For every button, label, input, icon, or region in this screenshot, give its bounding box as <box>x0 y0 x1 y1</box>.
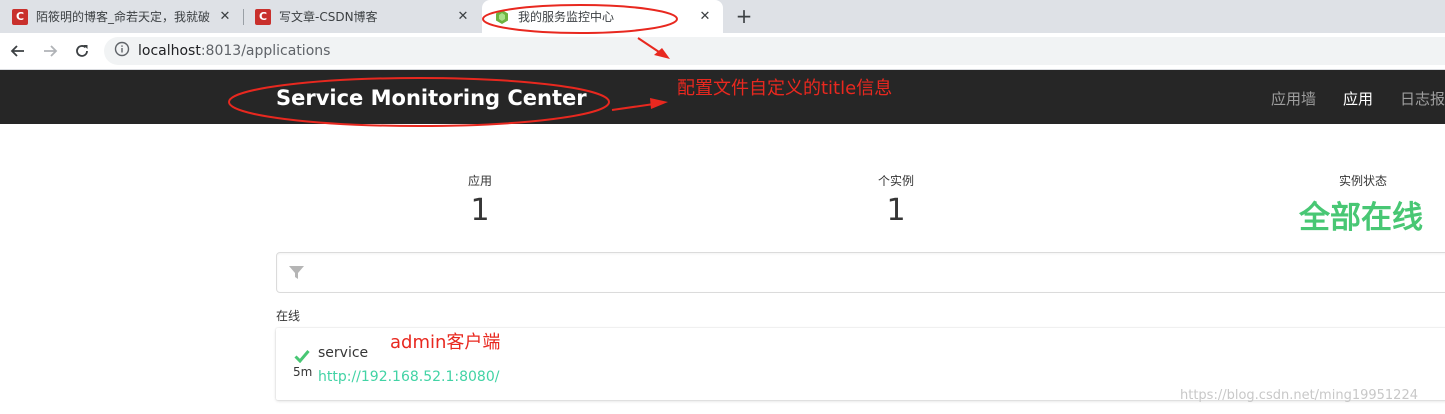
forward-arrow-icon[interactable] <box>40 41 60 61</box>
watermark: https://blog.csdn.net/ming19951224 <box>1180 388 1418 403</box>
tab-title: 写文章-CSDN博客 <box>279 10 378 24</box>
tab-title: 陌筱明的博客_命若天定，我就破 <box>36 10 211 24</box>
brand-title[interactable]: Service Monitoring Center <box>276 86 587 110</box>
new-tab-button[interactable]: + <box>733 4 755 28</box>
browser-tab-write-article[interactable]: C 写文章-CSDN博客 ✕ <box>243 0 481 33</box>
browser-tab-monitoring[interactable]: 我的服务监控中心 ✕ <box>482 0 723 33</box>
nav-item-journal[interactable]: 日志报 <box>1400 88 1445 109</box>
instances-count-label: 个实例 <box>877 174 914 188</box>
tab-title: 我的服务监控中心 <box>518 10 615 24</box>
url-host: localhost <box>138 43 201 59</box>
close-tab-icon[interactable]: ✕ <box>455 9 471 24</box>
nav-item-applications[interactable]: 应用 <box>1343 88 1373 109</box>
instance-status-label: 实例状态 <box>1338 174 1387 188</box>
reload-icon[interactable] <box>72 41 92 61</box>
applications-count: 1 <box>470 193 490 228</box>
csdn-favicon-icon: C <box>255 8 271 25</box>
filter-icon <box>288 264 305 285</box>
browser-tab-strip: C 陌筱明的博客_命若天定，我就破 ✕ C 写文章-CSDN博客 ✕ 我的服务监… <box>0 0 1445 33</box>
filter-input[interactable] <box>276 252 1445 293</box>
application-url-link[interactable]: http://192.168.52.1:8080/ <box>318 369 499 385</box>
csdn-favicon-icon: C <box>12 8 28 25</box>
applications-count-label: 应用 <box>467 174 492 188</box>
close-tab-icon[interactable]: ✕ <box>697 9 713 24</box>
annotation-title-note: 配置文件自定义的title信息 <box>677 78 893 99</box>
nav-item-wallboard[interactable]: 应用墙 <box>1271 88 1316 109</box>
browser-toolbar: localhost:8013/applications <box>0 33 1445 70</box>
close-tab-icon[interactable]: ✕ <box>217 9 233 24</box>
instances-count: 1 <box>886 193 906 228</box>
group-label-online: 在线 <box>276 309 301 323</box>
browser-tab-blog[interactable]: C 陌筱明的博客_命若天定，我就破 ✕ <box>0 0 243 33</box>
back-arrow-icon[interactable] <box>8 41 28 61</box>
info-icon[interactable] <box>114 41 130 61</box>
address-bar[interactable]: localhost:8013/applications <box>104 37 1445 65</box>
application-name: service <box>318 345 369 361</box>
url-path: :8013/applications <box>200 43 331 59</box>
spring-boot-admin-favicon-icon <box>494 9 510 25</box>
annotation-client-note: admin客户端 <box>390 332 501 353</box>
instance-uptime: 5m <box>293 365 313 379</box>
instance-status-value: 全部在线 <box>1299 200 1423 236</box>
